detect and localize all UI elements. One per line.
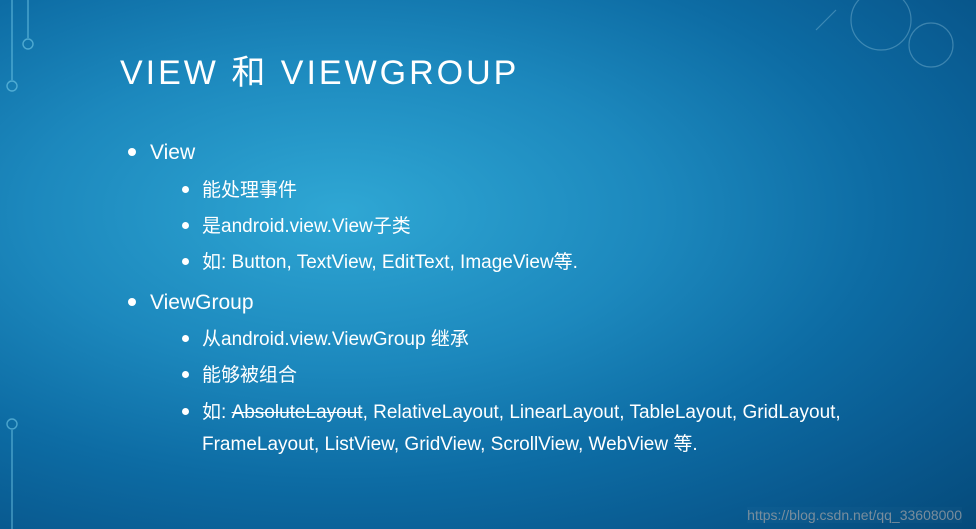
section-heading: View	[150, 141, 195, 164]
list-item: View 能处理事件 是android.view.View子类 如: Butto…	[128, 136, 916, 280]
list-item: 如: Button, TextView, EditText, ImageView…	[182, 247, 916, 279]
slide-title: VIEW 和 VIEWGROUP	[120, 45, 916, 94]
list-item: 如: AbsoluteLayout, RelativeLayout, Linea…	[182, 397, 916, 462]
item-text: 能够被组合	[202, 365, 297, 386]
item-text: 从android.view.ViewGroup 继承	[202, 329, 469, 350]
item-text: 如: Button, TextView, EditText, ImageView…	[202, 252, 578, 273]
watermark: https://blog.csdn.net/qq_33608000	[747, 507, 962, 523]
list-item: 从android.view.ViewGroup 继承	[182, 324, 916, 356]
list-item: 能处理事件	[182, 175, 916, 207]
section-heading: ViewGroup	[150, 291, 254, 314]
item-text-strike: AbsoluteLayout	[232, 402, 363, 423]
list-item: ViewGroup 从android.view.ViewGroup 继承 能够被…	[128, 286, 916, 462]
item-text-prefix: 如:	[202, 402, 232, 423]
list-item: 是android.view.View子类	[182, 211, 916, 243]
slide: VIEW 和 VIEWGROUP View 能处理事件 是android.vie…	[0, 0, 976, 529]
content-list: View 能处理事件 是android.view.View子类 如: Butto…	[120, 136, 916, 461]
list-item: 能够被组合	[182, 360, 916, 392]
item-text: 能处理事件	[202, 180, 297, 201]
item-text: 是android.view.View子类	[202, 216, 411, 237]
decoration-left	[0, 0, 60, 529]
